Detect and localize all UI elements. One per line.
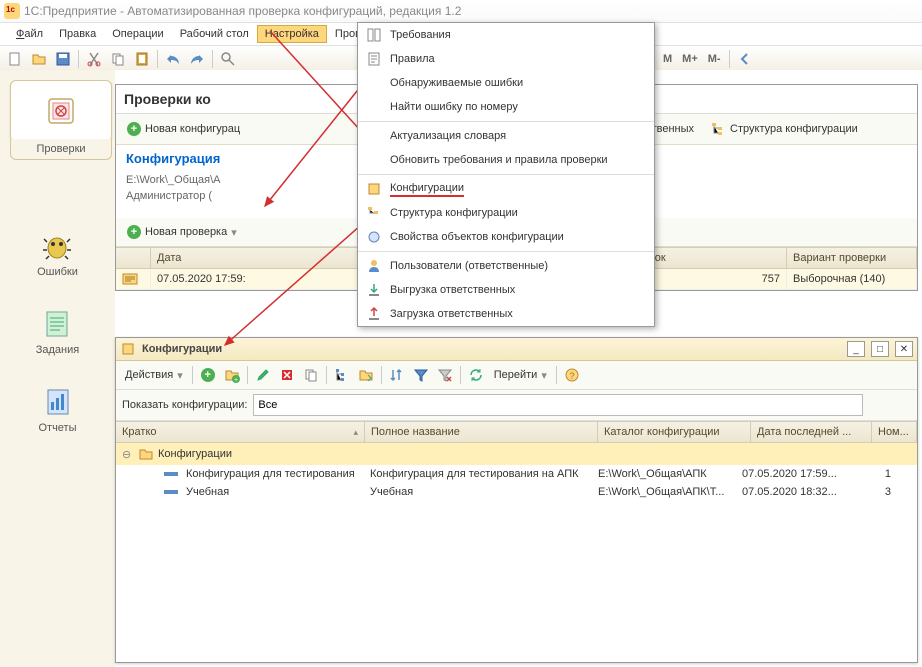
th-variant[interactable]: Вариант проверки bbox=[787, 248, 917, 268]
tasks-icon bbox=[41, 308, 73, 340]
window-icon bbox=[120, 341, 136, 357]
sidebar-item-checks[interactable] bbox=[10, 80, 112, 142]
menu-ops[interactable]: Операции bbox=[104, 25, 171, 43]
help-icon[interactable]: ? bbox=[561, 364, 583, 386]
svg-text:?: ? bbox=[569, 371, 574, 381]
sidebar-item-errors[interactable]: Ошибки bbox=[37, 230, 78, 278]
dd-find-error[interactable]: Найти ошибку по номеру bbox=[358, 95, 654, 119]
mem-mm[interactable]: M- bbox=[704, 53, 725, 65]
item-icon bbox=[164, 488, 178, 496]
goto-button[interactable]: Перейти▾ bbox=[489, 366, 552, 385]
menu-edit[interactable]: Правка bbox=[51, 25, 104, 43]
window-title: Конфигурации bbox=[142, 343, 841, 355]
structure-button[interactable]: Структура конфигурации bbox=[705, 118, 863, 140]
dd-export[interactable]: Выгрузка ответственных bbox=[358, 278, 654, 302]
dd-structure[interactable]: Структура конфигурации bbox=[358, 201, 654, 225]
dd-errors[interactable]: Обнаруживаемые ошибки bbox=[358, 71, 654, 95]
tree-icon bbox=[710, 121, 726, 137]
copy2-icon[interactable] bbox=[300, 364, 322, 386]
svg-text:+: + bbox=[234, 377, 238, 383]
filter-icon[interactable] bbox=[410, 364, 432, 386]
reports-icon bbox=[42, 386, 74, 418]
add-folder-icon[interactable]: + bbox=[221, 364, 243, 386]
menu-desk[interactable]: Рабочий стол bbox=[172, 25, 257, 43]
dd-import[interactable]: Загрузка ответственных bbox=[358, 302, 654, 326]
sidebar: Проверки Ошибки Задания Отчеты bbox=[0, 70, 115, 667]
checks-icon bbox=[45, 95, 77, 127]
mem-mp[interactable]: M+ bbox=[678, 53, 702, 65]
dd-update[interactable]: Обновить требования и правила проверки bbox=[358, 148, 654, 172]
dd-users[interactable]: Пользователи (ответственные) bbox=[358, 254, 654, 278]
clear-filter-icon[interactable] bbox=[434, 364, 456, 386]
menu-settings[interactable]: Настройка bbox=[257, 25, 327, 43]
th-catalog[interactable]: Каталог конфигурации bbox=[598, 422, 751, 442]
open-icon[interactable] bbox=[28, 48, 50, 70]
mem-m[interactable]: M bbox=[659, 53, 676, 65]
tree-root[interactable]: ⊖ Конфигурации bbox=[116, 443, 917, 465]
sidebar-item-reports[interactable]: Отчеты bbox=[38, 386, 76, 434]
config-table-header: Кратко▴ Полное название Каталог конфигур… bbox=[116, 421, 917, 443]
dd-rules[interactable]: Правила bbox=[358, 47, 654, 71]
bug-icon bbox=[41, 230, 73, 262]
refresh-icon[interactable] bbox=[465, 364, 487, 386]
sidebar-label-tasks: Задания bbox=[36, 344, 79, 356]
row-icon bbox=[122, 273, 138, 285]
sidebar-label-errors: Ошибки bbox=[37, 266, 78, 278]
delete-icon[interactable] bbox=[276, 364, 298, 386]
th-short[interactable]: Кратко▴ bbox=[116, 422, 365, 442]
item-icon bbox=[164, 470, 178, 478]
undo-icon[interactable] bbox=[162, 48, 184, 70]
redo-icon[interactable] bbox=[186, 48, 208, 70]
plus-icon: + bbox=[127, 122, 141, 136]
sidebar-label-checks: Проверки bbox=[10, 139, 112, 160]
new-icon[interactable] bbox=[4, 48, 26, 70]
cut-icon[interactable] bbox=[83, 48, 105, 70]
sort-icon[interactable] bbox=[386, 364, 408, 386]
new-config-button[interactable]: + Новая конфигурац bbox=[122, 119, 245, 139]
table-row[interactable]: Учебная Учебная E:\Work\_Общая\АПК\Т... … bbox=[116, 483, 917, 501]
back-icon[interactable] bbox=[734, 48, 756, 70]
app-1c-icon bbox=[4, 3, 20, 19]
paste-icon[interactable] bbox=[131, 48, 153, 70]
dd-props[interactable]: Свойства объектов конфигурации bbox=[358, 225, 654, 249]
config-window: Конфигурации _ □ ✕ Действия▾ + + bbox=[115, 337, 918, 663]
table-row[interactable]: Конфигурация для тестирования Конфигурац… bbox=[116, 465, 917, 483]
th-full[interactable]: Полное название bbox=[365, 422, 598, 442]
save-icon[interactable] bbox=[52, 48, 74, 70]
move-icon[interactable] bbox=[355, 364, 377, 386]
new-check-button[interactable]: + Новая проверка ▾ bbox=[122, 222, 242, 242]
hierarchy-icon[interactable] bbox=[331, 364, 353, 386]
add-icon[interactable]: + bbox=[197, 364, 219, 386]
edit-icon[interactable] bbox=[252, 364, 274, 386]
close-button[interactable]: ✕ bbox=[895, 341, 913, 357]
settings-dropdown: Требования Правила Обнаруживаемые ошибки… bbox=[357, 22, 655, 327]
folder-open-icon bbox=[138, 446, 154, 462]
sidebar-label-reports: Отчеты bbox=[38, 422, 76, 434]
dd-dictionary[interactable]: Актуализация словаря bbox=[358, 124, 654, 148]
filter-input[interactable] bbox=[253, 394, 863, 416]
main-area: Проверки ко + Новая конфигурац Назначить… bbox=[115, 70, 922, 667]
app-title: 1С:Предприятие - Автоматизированная пров… bbox=[24, 4, 461, 18]
find-icon[interactable] bbox=[217, 48, 239, 70]
th-date[interactable]: Дата последней ... bbox=[751, 422, 872, 442]
actions-button[interactable]: Действия▾ bbox=[120, 366, 188, 385]
dd-requirements[interactable]: Требования bbox=[358, 23, 654, 47]
plus-icon: + bbox=[127, 225, 141, 239]
app-title-bar: 1С:Предприятие - Автоматизированная пров… bbox=[0, 0, 922, 23]
sidebar-item-tasks[interactable]: Задания bbox=[36, 308, 79, 356]
th-num[interactable]: Ном... bbox=[872, 422, 917, 442]
dd-configs[interactable]: Конфигурации bbox=[358, 177, 654, 201]
copy-icon[interactable] bbox=[107, 48, 129, 70]
minimize-button[interactable]: _ bbox=[847, 341, 865, 357]
filter-label: Показать конфигурации: bbox=[122, 399, 247, 411]
menu-file[interactable]: Файл bbox=[8, 25, 51, 43]
maximize-button[interactable]: □ bbox=[871, 341, 889, 357]
